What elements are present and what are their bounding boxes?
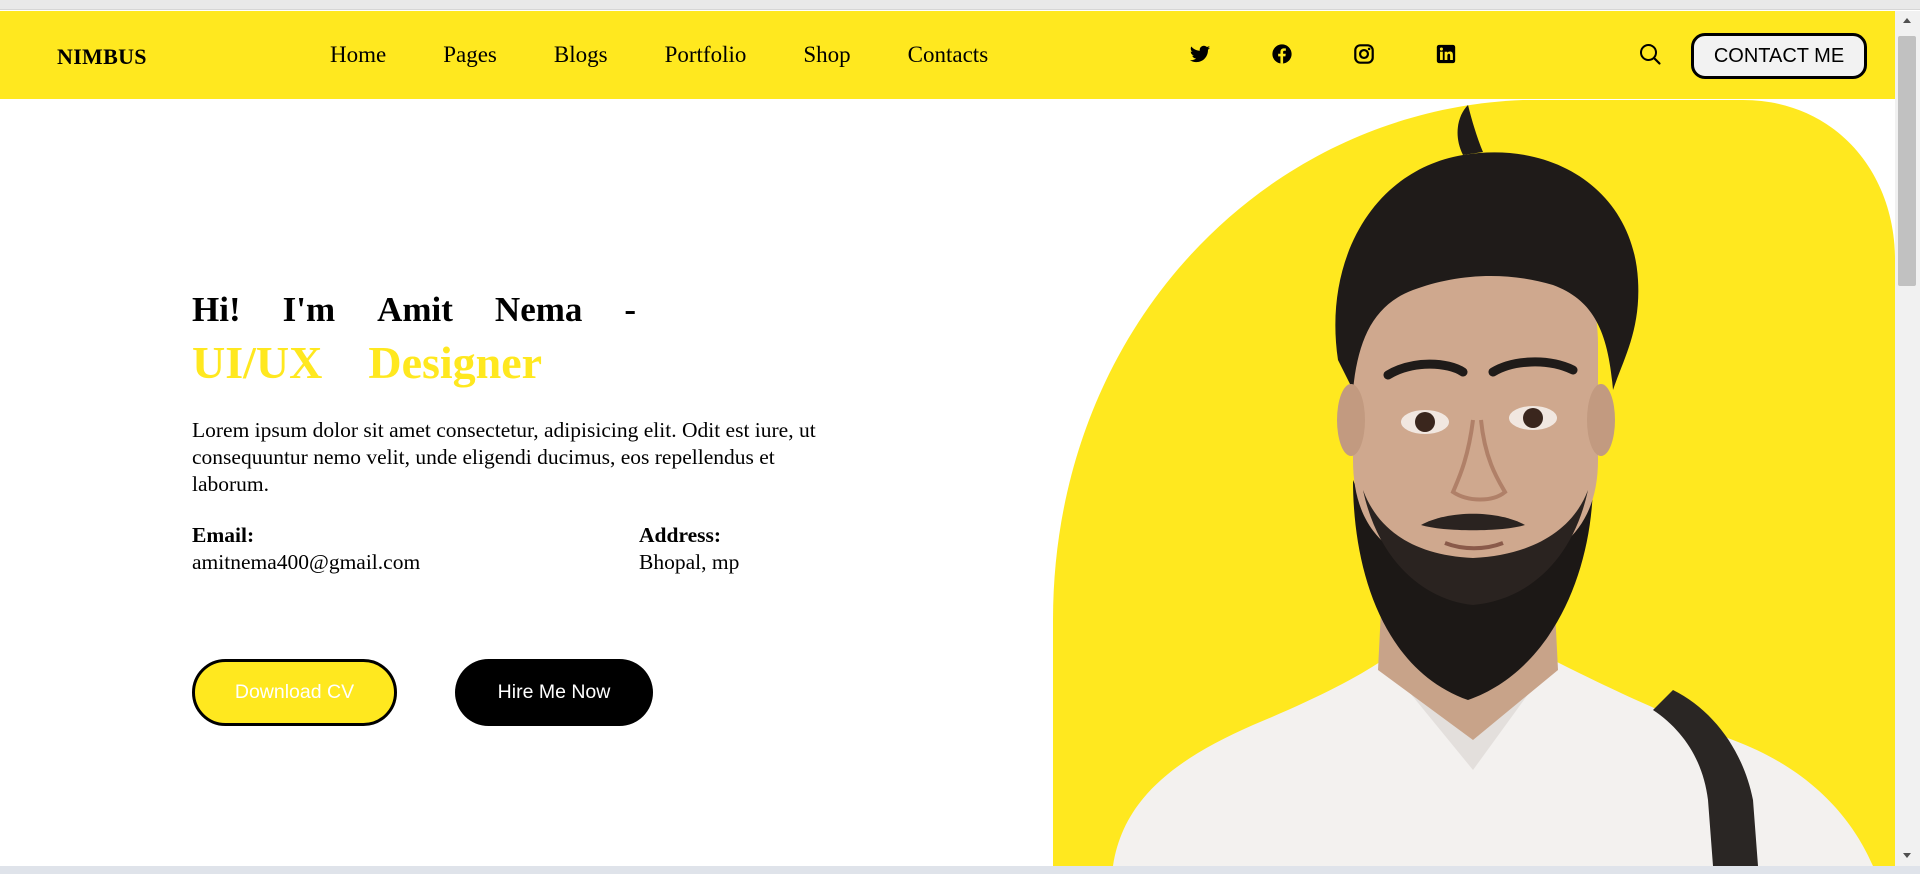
hero-description: Lorem ipsum dolor sit amet consectetur, … xyxy=(192,418,816,496)
hero-photo xyxy=(1053,100,1895,866)
browser-top-edge xyxy=(0,0,1920,10)
greeting-word: Nema xyxy=(494,290,583,329)
search-icon[interactable] xyxy=(1638,42,1662,66)
hero-role: UI/UX Designer xyxy=(192,336,542,389)
horizontal-scrollbar[interactable] xyxy=(0,866,1920,874)
email-value: amitnema400@gmail.com xyxy=(192,550,421,574)
nav-link-pages[interactable]: Pages xyxy=(443,42,497,68)
role-word: UI/UX xyxy=(192,337,323,388)
instagram-icon[interactable] xyxy=(1353,43,1375,65)
email-label: Email: xyxy=(192,523,255,547)
linkedin-icon[interactable] xyxy=(1435,43,1457,65)
nav-link-home[interactable]: Home xyxy=(330,42,386,68)
address-value: Bhopal, mp xyxy=(639,550,740,574)
download-cv-button[interactable]: Download CV xyxy=(192,659,397,726)
greeting-word: Hi! xyxy=(192,290,241,329)
nav-link-shop[interactable]: Shop xyxy=(803,42,850,68)
hire-me-button[interactable]: Hire Me Now xyxy=(455,659,653,726)
contact-me-button[interactable]: CONTACT ME xyxy=(1691,33,1867,79)
scrollbar-thumb[interactable] xyxy=(1898,36,1916,286)
hero-greeting: Hi! I'm Amit Nema - xyxy=(192,290,636,330)
scroll-up-arrow-icon[interactable] xyxy=(1900,14,1914,28)
scroll-down-arrow-icon[interactable] xyxy=(1900,848,1914,862)
address-label: Address: xyxy=(639,523,722,547)
brand-logo[interactable]: NIMBUS xyxy=(57,44,147,70)
greeting-word: I'm xyxy=(282,290,336,329)
twitter-icon[interactable] xyxy=(1189,43,1211,65)
role-word: Designer xyxy=(368,337,543,388)
nav-link-blogs[interactable]: Blogs xyxy=(554,42,608,68)
nav-links: Home Pages Blogs Portfolio Shop Contacts xyxy=(330,42,1045,68)
portrait-illustration xyxy=(1053,100,1895,866)
greeting-word: - xyxy=(624,290,637,329)
greeting-word: Amit xyxy=(377,290,453,329)
nav-link-contacts[interactable]: Contacts xyxy=(908,42,989,68)
facebook-icon[interactable] xyxy=(1271,43,1293,65)
navbar: NIMBUS Home Pages Blogs Portfolio Shop C… xyxy=(0,11,1895,99)
nav-link-portfolio[interactable]: Portfolio xyxy=(665,42,747,68)
